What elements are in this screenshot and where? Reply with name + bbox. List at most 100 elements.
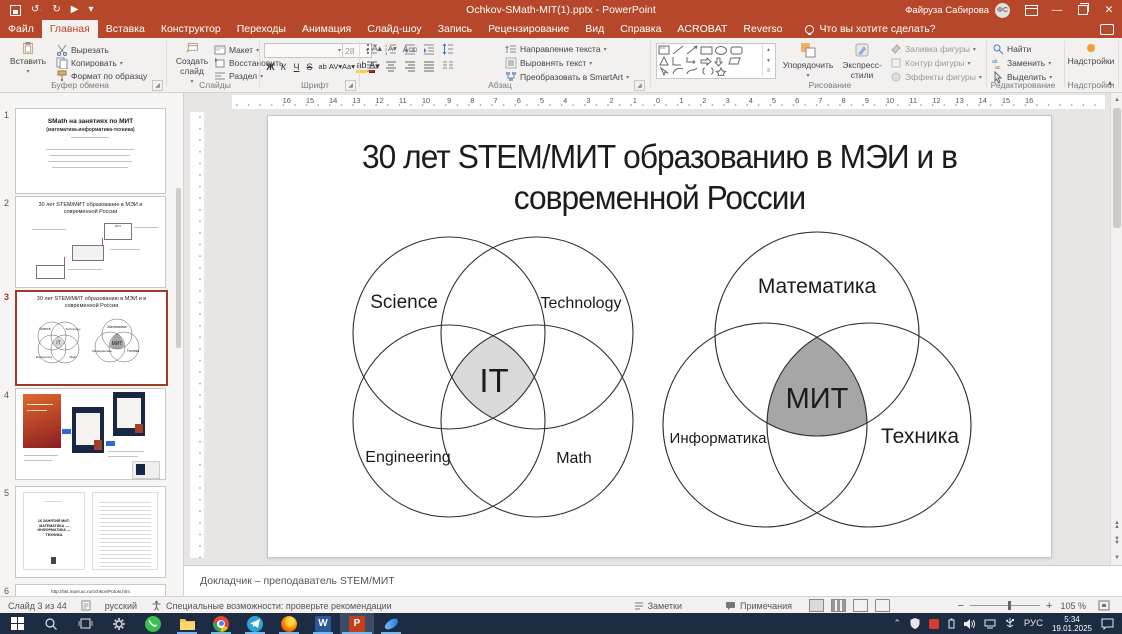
shapes-gallery[interactable]: ▴▾≡	[656, 43, 776, 79]
tab-help[interactable]: Справка	[612, 20, 669, 38]
zoom-out-icon[interactable]: −	[958, 600, 964, 612]
telegram-icon[interactable]	[238, 613, 272, 634]
arrange-button[interactable]: Упорядочить▾	[780, 42, 836, 79]
font-dialog-launcher[interactable]: ◢	[345, 80, 356, 91]
next-slide-button[interactable]: ▼▼	[1111, 534, 1122, 547]
underline-button[interactable]: Ч	[290, 60, 303, 73]
zoom-slider-handle[interactable]	[1008, 601, 1011, 610]
spellcheck-icon[interactable]	[81, 600, 91, 611]
minimize-button[interactable]: —	[1044, 0, 1070, 20]
undo-icon[interactable]: ↺▾	[31, 5, 42, 16]
strikethrough-button[interactable]: S	[303, 60, 316, 73]
close-button[interactable]: ✕	[1096, 0, 1122, 20]
align-center-icon[interactable]	[385, 60, 397, 72]
slide-canvas[interactable]: 30 лет STEM/МИТ образованию в МЭИ и в со…	[267, 115, 1052, 558]
thumbnail-slide-1[interactable]: SMath на занятиях по МИТ (математика-инф…	[15, 108, 166, 194]
layout-button[interactable]: Макет▾	[214, 44, 259, 56]
chrome-icon[interactable]	[204, 613, 238, 634]
cut-button[interactable]: Вырезать	[56, 44, 109, 56]
settings-icon[interactable]	[102, 613, 136, 634]
start-slideshow-icon[interactable]: ▶	[71, 5, 79, 15]
comments-panel-icon[interactable]	[1100, 24, 1114, 35]
task-view-icon[interactable]	[68, 613, 102, 634]
tray-defender-icon[interactable]	[910, 618, 920, 629]
tab-insert[interactable]: Вставка	[98, 20, 153, 38]
clipboard-dialog-launcher[interactable]: ◢	[152, 80, 163, 91]
word-icon[interactable]: W	[306, 613, 340, 634]
shape-fill-button[interactable]: Заливка фигуры▾	[890, 43, 976, 55]
tray-volume-icon[interactable]	[964, 619, 975, 629]
user-name[interactable]: Файруза Сабирова	[905, 5, 989, 16]
replace-button[interactable]: abac Заменить▾	[992, 57, 1051, 69]
thumbnail-scrollbar[interactable]	[176, 188, 181, 348]
quick-styles-button[interactable]: Экспресс-стили	[838, 42, 886, 80]
font-name-combobox[interactable]: ▾	[264, 43, 344, 58]
tab-file[interactable]: Файл	[0, 20, 42, 38]
paste-button[interactable]: Вставить ▾	[8, 42, 48, 75]
tray-expand-icon[interactable]: ⌃	[893, 618, 901, 629]
change-case-button[interactable]: Aa▾	[342, 60, 355, 73]
accessibility-icon[interactable]	[151, 600, 162, 611]
align-right-icon[interactable]	[404, 60, 416, 72]
file-explorer-icon[interactable]	[170, 613, 204, 634]
thumbnail-slide-3-selected[interactable]: 30 лет STEM/МИТ образованию в МЭИ и в со…	[15, 290, 168, 386]
whatsapp-icon[interactable]	[136, 613, 170, 634]
reading-view-button[interactable]	[853, 599, 868, 612]
powerpoint-icon[interactable]: P	[340, 613, 374, 634]
zoom-level[interactable]: 105 %	[1060, 601, 1086, 611]
slideshow-view-button[interactable]	[875, 599, 890, 612]
tab-home[interactable]: Главная	[42, 20, 98, 38]
tab-animations[interactable]: Анимация	[294, 20, 359, 38]
tab-design[interactable]: Конструктор	[153, 20, 229, 38]
align-text-button[interactable]: Выровнять текст▾	[505, 57, 592, 69]
slide-sorter-view-button[interactable]	[831, 599, 846, 612]
shape-effects-button[interactable]: Эффекты фигуры▾	[890, 71, 982, 83]
scroll-down-icon[interactable]: ▼	[1111, 551, 1122, 564]
addins-button[interactable]: Надстройки	[1066, 42, 1116, 66]
shape-outline-button[interactable]: Контур фигуры▾	[890, 57, 970, 69]
paragraph-dialog-launcher[interactable]: ◢	[634, 80, 645, 91]
increase-indent-icon[interactable]	[423, 43, 435, 55]
tab-transitions[interactable]: Переходы	[229, 20, 294, 38]
bold-button[interactable]: Ж	[264, 60, 277, 73]
justify-icon[interactable]	[423, 60, 435, 72]
tray-red-app-icon[interactable]	[929, 619, 939, 629]
thumbnail-slide-6[interactable]: http://twt.mpei.ac.ru/ochkov/Potoki.htm	[15, 584, 166, 596]
ribbon-display-options-icon[interactable]	[1018, 0, 1044, 20]
new-slide-button[interactable]: Создать слайд ▾	[172, 42, 212, 85]
search-icon[interactable]	[34, 613, 68, 634]
main-scrollbar[interactable]: ▲ ▲▲ ▼▼ ▼	[1110, 93, 1122, 565]
tab-view[interactable]: Вид	[577, 20, 612, 38]
collapse-ribbon-icon[interactable]: ▴	[1108, 78, 1112, 87]
scrollbar-thumb[interactable]	[1113, 108, 1121, 228]
fit-to-window-icon[interactable]	[1098, 600, 1110, 611]
line-spacing-icon[interactable]	[442, 43, 454, 55]
align-left-icon[interactable]	[366, 60, 378, 72]
firefox-icon[interactable]	[272, 613, 306, 634]
comments-toggle[interactable]: Примечания	[725, 601, 792, 611]
previous-slide-button[interactable]: ▲▲	[1111, 518, 1122, 531]
tray-language[interactable]: РУС	[1024, 618, 1043, 629]
zoom-in-icon[interactable]: +	[1046, 600, 1052, 612]
tab-slideshow[interactable]: Слайд-шоу	[359, 20, 429, 38]
tab-reverso[interactable]: Reverso	[735, 20, 790, 38]
numbering-icon[interactable]: 123	[385, 43, 397, 55]
shapes-gallery-more[interactable]: ▴▾≡	[762, 44, 774, 76]
text-direction-button[interactable]: Направление текста▾	[505, 43, 607, 55]
start-button[interactable]	[0, 613, 34, 634]
blue-app-icon[interactable]	[374, 613, 408, 634]
redo-icon[interactable]: ↻	[52, 5, 60, 15]
thumbnail-slide-4[interactable]	[15, 388, 166, 480]
save-icon[interactable]	[10, 5, 21, 16]
language-status[interactable]: русский	[105, 601, 137, 611]
tray-usb-icon[interactable]	[1005, 618, 1015, 629]
tray-battery-icon[interactable]	[948, 618, 955, 629]
decrease-indent-icon[interactable]	[404, 43, 416, 55]
restore-button[interactable]	[1070, 0, 1096, 20]
tab-record[interactable]: Запись	[430, 20, 480, 38]
notes-toggle[interactable]: Заметки	[634, 601, 682, 611]
italic-button[interactable]: К	[277, 60, 290, 73]
bullets-icon[interactable]	[366, 43, 378, 55]
find-button[interactable]: Найти	[992, 43, 1031, 55]
columns-icon[interactable]	[442, 60, 454, 72]
